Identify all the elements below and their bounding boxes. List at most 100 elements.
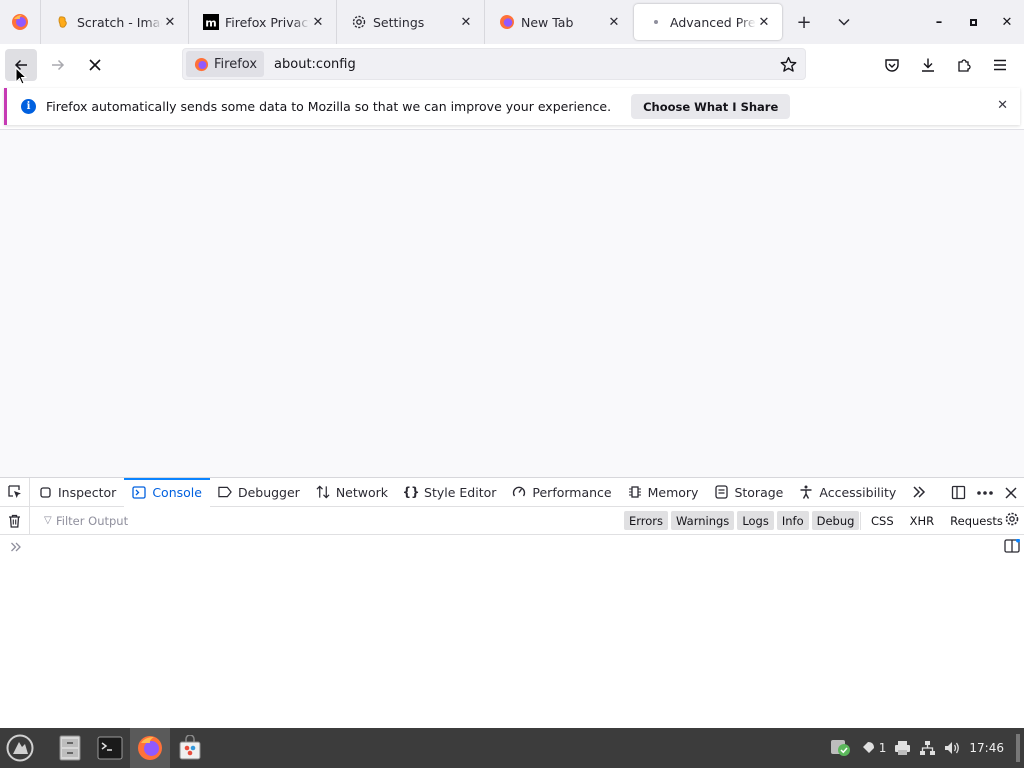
close-icon[interactable]: ✕: [310, 14, 326, 30]
filter-info-button[interactable]: Info: [776, 511, 809, 530]
start-menu-button[interactable]: [0, 728, 40, 768]
svg-text:m: m: [205, 17, 216, 30]
log-level-filters: Errors Warnings Logs Info Debug: [624, 511, 862, 530]
filter-xhr-button[interactable]: XHR: [905, 511, 940, 530]
tab-console[interactable]: Console: [124, 477, 210, 507]
close-icon[interactable]: ✕: [458, 14, 474, 30]
mouse-cursor-icon: [15, 67, 27, 85]
bookmark-star-button[interactable]: [777, 53, 799, 75]
more-tools-button[interactable]: [904, 478, 934, 507]
console-settings-button[interactable]: [1004, 511, 1020, 531]
downloads-button[interactable]: [912, 49, 944, 81]
url-text[interactable]: about:config: [274, 57, 356, 72]
tab-new-tab[interactable]: New Tab ✕: [484, 0, 632, 44]
update-manager-icon[interactable]: [830, 738, 852, 758]
element-picker-button[interactable]: [0, 477, 30, 507]
close-icon[interactable]: ✕: [756, 14, 772, 30]
forward-button[interactable]: [42, 49, 74, 81]
url-bar[interactable]: Firefox about:config: [182, 48, 806, 80]
close-icon: [1005, 486, 1017, 499]
minimize-button[interactable]: –: [922, 0, 956, 44]
devtools-menu-button[interactable]: [973, 478, 997, 507]
tab-style-editor[interactable]: {} Style Editor: [396, 478, 504, 507]
tab-accessibility[interactable]: Accessibility: [791, 478, 904, 507]
performance-icon: [512, 485, 526, 499]
choose-what-i-share-button[interactable]: Choose What I Share: [631, 94, 791, 119]
tab-title: Firefox Privacy Notice: [225, 14, 310, 30]
tab-title: Scratch - Imagine: [77, 14, 162, 30]
tab-memory[interactable]: Memory: [620, 478, 707, 507]
tab-advanced-preferences[interactable]: Advanced Preferences ✕: [634, 4, 782, 40]
notifications-tray-item[interactable]: 1: [860, 740, 886, 756]
request-filters: CSS XHR Requests: [866, 511, 1014, 530]
filter-output-input[interactable]: [40, 509, 610, 532]
maximize-button[interactable]: [956, 0, 990, 44]
console-icon: [132, 485, 146, 499]
volume-icon[interactable]: [944, 740, 961, 756]
firefox-icon: [138, 736, 162, 760]
show-desktop-button[interactable]: [1016, 734, 1020, 762]
terminal-icon: [97, 736, 123, 760]
printer-icon[interactable]: [894, 740, 911, 756]
console-input-line[interactable]: [0, 535, 1024, 559]
close-devtools-button[interactable]: [1000, 478, 1022, 507]
tab-storage[interactable]: Storage: [706, 478, 791, 507]
tab-settings[interactable]: Settings ✕: [336, 0, 484, 44]
tab-performance[interactable]: Performance: [504, 478, 619, 507]
devtools-panel: Inspector Console Debugger Network {} St…: [0, 477, 1024, 728]
firefox-view-button[interactable]: [0, 0, 40, 44]
pocket-icon: [885, 59, 899, 72]
tab-label: Accessibility: [819, 484, 897, 500]
maximize-icon: [969, 18, 977, 26]
tab-debugger[interactable]: Debugger: [210, 478, 308, 507]
filter-logs-button[interactable]: Logs: [737, 511, 774, 530]
tab-privacy-notice[interactable]: m Firefox Privacy Notice ✕: [188, 0, 336, 44]
filter-css-button[interactable]: CSS: [866, 511, 899, 530]
puzzle-icon: [958, 59, 971, 72]
plus-icon: +: [796, 11, 812, 33]
filter-requests-button[interactable]: Requests: [945, 511, 1008, 530]
inspector-icon: [38, 485, 52, 499]
extensions-button[interactable]: [948, 49, 980, 81]
clear-console-button[interactable]: [0, 506, 30, 535]
file-manager-button[interactable]: [50, 728, 90, 768]
terminal-button[interactable]: [90, 728, 130, 768]
hamburger-menu-icon: [994, 59, 1006, 71]
identity-box[interactable]: Firefox: [186, 51, 265, 77]
editor-mode-icon[interactable]: [1004, 539, 1020, 553]
shopping-bag-icon: [179, 735, 201, 760]
filter-debug-button[interactable]: Debug: [811, 511, 860, 530]
new-tab-button[interactable]: +: [784, 0, 824, 44]
tab-scratch[interactable]: Scratch - Imagine ✕: [40, 0, 188, 44]
close-window-button[interactable]: ✕: [990, 0, 1024, 44]
firefox-taskbar-button[interactable]: [130, 728, 170, 768]
tab-network[interactable]: Network: [308, 478, 396, 507]
stop-button[interactable]: [79, 49, 111, 81]
close-icon: ✕: [1001, 14, 1013, 30]
console-filter-bar: ▽ Errors Warnings Logs Info Debug CSS XH…: [0, 506, 1024, 535]
clock[interactable]: 17:46: [969, 741, 1004, 755]
minimize-icon: –: [935, 14, 943, 30]
close-icon[interactable]: ✕: [606, 14, 622, 30]
pocket-button[interactable]: [876, 49, 908, 81]
element-picker-icon: [7, 485, 21, 498]
close-icon[interactable]: ✕: [997, 98, 1008, 113]
tab-label: Console: [152, 484, 202, 500]
gear-icon: [1005, 512, 1019, 526]
list-all-tabs-button[interactable]: [824, 0, 864, 44]
tab-inspector[interactable]: Inspector: [30, 478, 124, 507]
app-menu-button[interactable]: [984, 49, 1016, 81]
filter-warnings-button[interactable]: Warnings: [671, 511, 735, 530]
close-icon[interactable]: ✕: [162, 14, 178, 30]
filter-errors-button[interactable]: Errors: [624, 511, 669, 530]
software-center-button[interactable]: [170, 728, 210, 768]
network-tray-icon[interactable]: [919, 740, 936, 756]
download-icon: [922, 58, 934, 72]
rocket-icon: [862, 742, 874, 753]
dock-side-icon: [951, 485, 965, 500]
notification-message: Firefox automatically sends some data to…: [46, 99, 612, 114]
dock-options-button[interactable]: [946, 478, 970, 507]
scratch-icon: [55, 14, 71, 30]
firefox-icon: [12, 14, 28, 30]
devtools-toolbar: Inspector Console Debugger Network {} St…: [0, 477, 1024, 507]
